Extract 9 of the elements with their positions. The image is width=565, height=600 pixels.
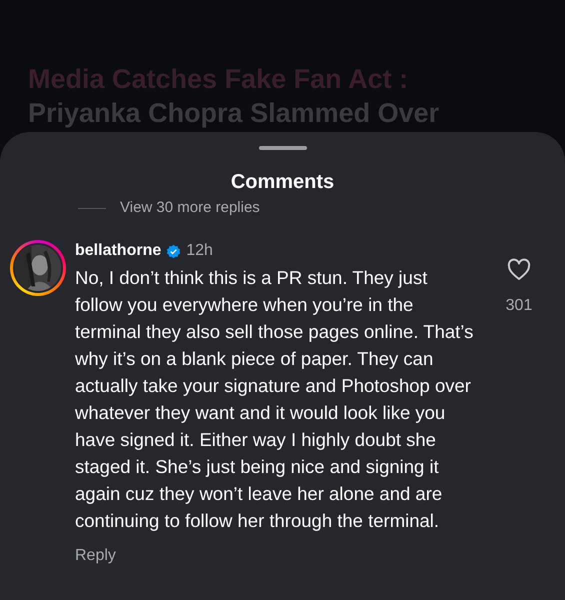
sheet-title: Comments xyxy=(230,170,336,195)
timestamp: 12h xyxy=(186,241,213,261)
reply-button[interactable]: Reply xyxy=(75,544,116,568)
drag-handle[interactable] xyxy=(258,146,306,150)
username[interactable]: bellathorne xyxy=(75,239,162,263)
view-replies-link[interactable]: View 30 more replies xyxy=(120,198,260,218)
like-count: 301 xyxy=(506,296,532,316)
comment-text: No, I don’t think this is a PR stun. They just follow you everywhere when you’re in the terminal they also sell those pages online. That’s why it’s on a blank piece of paper. They can actually take your signature and Photoshop over whatever they want and it would look like you have signed it. Either way I highly doubt she staged it. She’s just being nice and signing it again cuz they won’t leave her alone and are continuing to follow her through the terminal. xyxy=(75,266,474,533)
heart-icon[interactable] xyxy=(506,258,532,282)
